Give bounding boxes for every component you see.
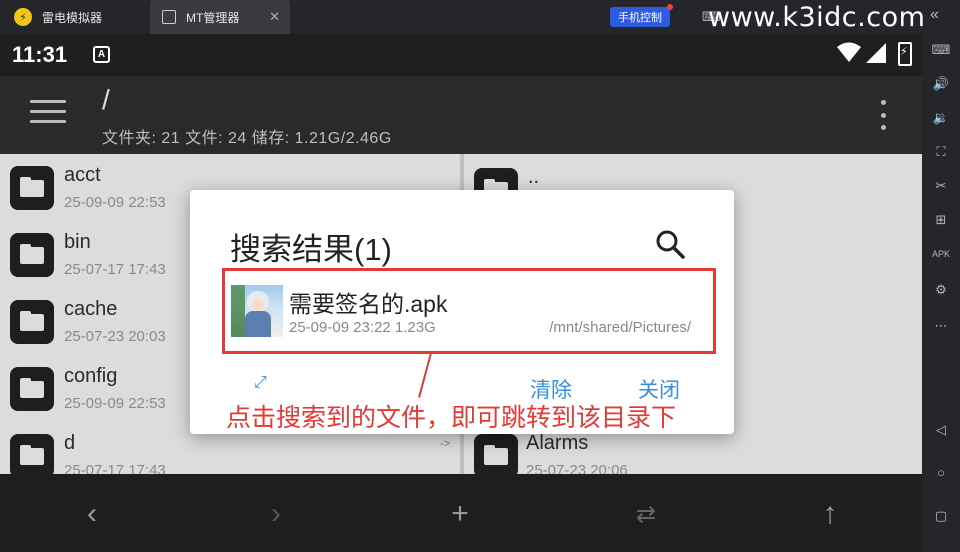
wifi-icon [837,42,861,62]
result-file-path: /mnt/shared/Pictures/ [549,319,691,336]
clock: 11:31 [12,42,68,67]
battery-icon [898,42,912,66]
folder-icon [10,367,54,411]
tab-mt-manager-label: MT管理器 [186,10,240,25]
result-file-meta: 25-09-09 23:22 1.23G [289,319,436,336]
folder-icon [10,166,54,210]
notification-a-icon: A [93,46,110,63]
settings-icon[interactable]: ⚙ [931,280,951,300]
expand-icon[interactable]: ⤢ [254,374,276,396]
emulator-logo-icon: ⚡ [14,8,32,26]
app-toolbar: / 文件夹: 21 文件: 24 储存: 1.21G/2.46G [0,76,922,154]
search-icon[interactable] [654,228,686,260]
scissors-icon[interactable]: ✂ [931,176,951,196]
file-date: 25-07-17 17:43 [64,261,166,278]
keyboard-icon[interactable]: ⌨ [931,40,951,60]
bottom-action-bar: ‹ › + ⇄ ↑ [0,474,922,552]
screenshot-icon[interactable]: ⛶ [931,142,951,162]
file-name: cache [64,298,118,320]
annotation-text: 点击搜索到的文件，即可跳转到该目录下 [226,404,677,432]
storage-summary: 文件夹: 21 文件: 24 储存: 1.21G/2.46G [102,130,392,147]
folder-icon [10,434,54,474]
search-result-item[interactable]: 需要签名的.apk 25-09-09 23:22 1.23G /mnt/shar… [222,268,716,354]
app-window-icon [162,10,176,24]
dialog-title: 搜索结果(1) [230,232,392,267]
watermark: www.k3idc.com [708,2,926,33]
more-options-icon[interactable] [878,100,888,130]
symlink-arrow: -> [440,438,451,450]
back-icon[interactable]: ‹ [72,494,112,534]
file-name: .. [528,166,540,188]
up-icon[interactable]: ↑ [810,494,850,534]
tab-emulator[interactable]: ⚡ 雷电模拟器 [0,0,148,34]
swap-icon[interactable]: ⇄ [626,494,666,534]
signal-icon [866,43,886,63]
add-icon[interactable]: + [440,494,480,534]
current-path: / [102,84,110,115]
nav-home-icon[interactable]: ○ [931,462,951,482]
volume-down-icon[interactable]: 🔉 [931,108,951,128]
folder-icon [10,233,54,277]
result-file-name: 需要签名的.apk [289,291,448,317]
phone-control-button[interactable]: 手机控制 [610,4,673,27]
status-bar: 11:31 A [0,34,922,76]
file-name: d [64,432,76,454]
forward-icon[interactable]: › [256,494,296,534]
file-date: 25-09-09 22:53 [64,395,166,412]
nav-back-icon[interactable]: ◁ [931,420,951,440]
emulator-tab-bar: ⚡ 雷电模拟器 MT管理器 ✕ 手机控制 ⌨ www.k3idc.com « [0,0,960,34]
collapse-icon[interactable]: « [930,6,939,24]
file-name: config [64,365,118,387]
close-tab-icon[interactable]: ✕ [269,9,280,25]
menu-icon[interactable] [30,100,66,126]
file-name: acct [64,164,101,186]
nav-recent-icon[interactable]: ▢ [931,506,951,526]
more-icon[interactable]: ⋯ [931,316,951,336]
phone-control-label: 手机控制 [618,12,662,24]
file-name: bin [64,231,91,253]
volume-up-icon[interactable]: 🔊 [931,74,951,94]
file-date: 25-09-09 22:53 [64,194,166,211]
file-name: Alarms [526,432,589,454]
notification-dot [667,4,673,10]
apk-install-icon[interactable]: APK [931,244,951,264]
emulator-sidebar: ⌨ 🔊 🔉 ⛶ ✂ ⊞ APK ⚙ ⋯ ◁ ○ ▢ [922,34,960,552]
image-thumbnail [231,285,283,337]
tab-mt-manager[interactable]: MT管理器 ✕ [150,0,290,34]
folder-icon [10,300,54,344]
folder-icon [474,434,518,474]
file-date: 25-07-23 20:03 [64,328,166,345]
file-date: 25-07-23 20:06 [526,462,628,474]
tab-emulator-label: 雷电模拟器 [42,10,103,25]
file-date: 25-07-17 17:43 [64,462,166,474]
add-window-icon[interactable]: ⊞ [931,210,951,230]
